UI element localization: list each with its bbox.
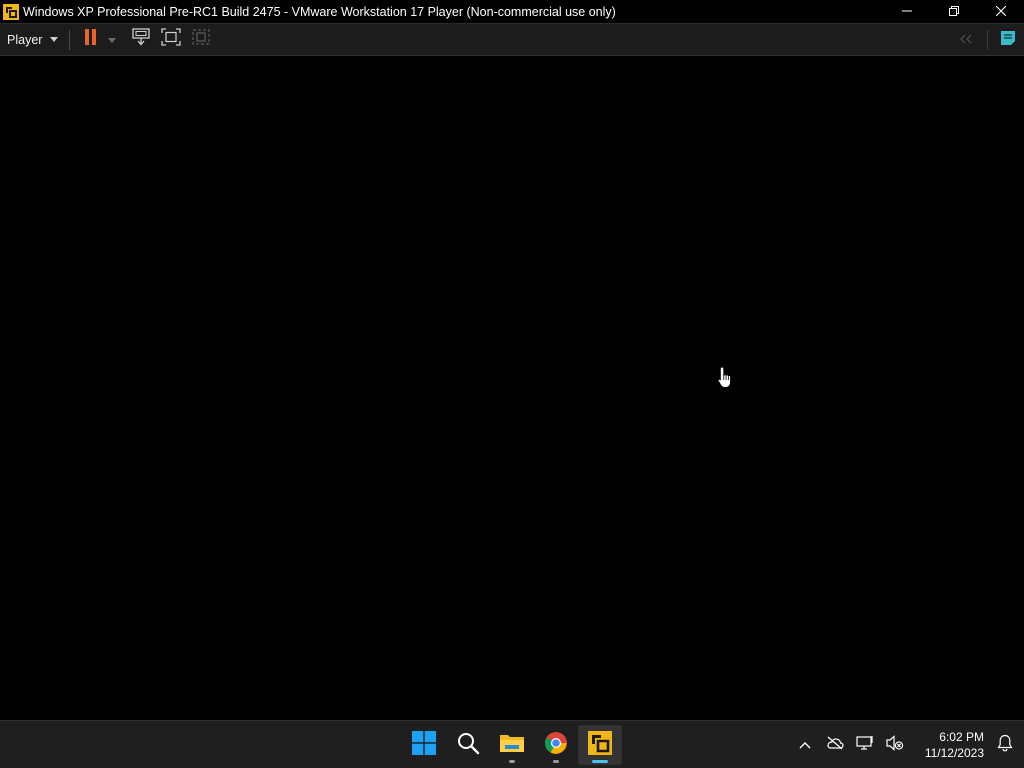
- system-tray: 6:02 PM 11/12/2023: [790, 721, 1024, 768]
- power-options-dropdown[interactable]: [104, 27, 120, 53]
- collapse-toolbar-button[interactable]: [951, 27, 981, 53]
- window-controls: [883, 0, 1024, 24]
- player-menu-label: Player: [7, 32, 43, 47]
- clock-button[interactable]: 6:02 PM 11/12/2023: [910, 729, 984, 761]
- pause-button[interactable]: [78, 27, 104, 53]
- message-log-button[interactable]: [994, 27, 1022, 53]
- window-title: Windows XP Professional Pre-RC1 Build 24…: [23, 4, 616, 19]
- running-indicator: [553, 760, 559, 763]
- volume-muted-icon: [886, 734, 904, 756]
- unity-button[interactable]: [186, 27, 216, 53]
- pause-icon: [84, 28, 98, 51]
- chrome-button[interactable]: [534, 725, 578, 765]
- close-icon: [995, 3, 1006, 21]
- folder-icon: [499, 732, 525, 759]
- vmware-player-button[interactable]: [578, 725, 622, 765]
- volume-button[interactable]: [880, 725, 910, 765]
- start-button[interactable]: [402, 725, 446, 765]
- vmware-icon: [588, 730, 612, 760]
- hand-pointer-cursor-icon: [717, 366, 733, 390]
- send-ctrl-alt-del-icon: [131, 28, 151, 51]
- player-menu-button[interactable]: Player: [0, 26, 65, 54]
- clock-time: 6:02 PM: [939, 730, 984, 744]
- player-toolbar: Player: [0, 24, 1024, 56]
- notification-bell-icon: [997, 734, 1013, 757]
- chevron-down-icon: [50, 37, 59, 42]
- onedrive-offline-icon: [826, 736, 844, 755]
- search-button[interactable]: [446, 725, 490, 765]
- dropdown-caret-icon: [108, 31, 117, 49]
- onedrive-button[interactable]: [820, 725, 850, 765]
- message-log-icon: [1000, 30, 1016, 51]
- toolbar-divider: [987, 30, 988, 50]
- vmware-logo-icon: [2, 3, 20, 21]
- chevron-up-icon: [799, 736, 811, 754]
- notifications-button[interactable]: [988, 725, 1022, 765]
- network-button[interactable]: [850, 725, 880, 765]
- restore-button[interactable]: [930, 0, 977, 24]
- active-indicator: [592, 760, 608, 763]
- taskbar-apps: [402, 721, 622, 768]
- chrome-icon: [544, 731, 568, 760]
- show-hidden-icons-button[interactable]: [790, 725, 820, 765]
- toolbar-divider: [69, 29, 71, 50]
- minimize-button[interactable]: [883, 0, 930, 24]
- send-ctrl-alt-del-button[interactable]: [126, 27, 156, 53]
- clock-date: 11/12/2023: [924, 746, 984, 760]
- taskbar: 6:02 PM 11/12/2023: [0, 720, 1024, 768]
- running-indicator: [509, 760, 515, 763]
- restore-icon: [948, 3, 959, 21]
- full-screen-button[interactable]: [156, 27, 186, 53]
- vm-display[interactable]: [0, 56, 1024, 720]
- toolbar-right-group: [951, 24, 1024, 56]
- file-explorer-button[interactable]: [490, 725, 534, 765]
- title-bar: Windows XP Professional Pre-RC1 Build 24…: [0, 0, 1024, 24]
- network-icon: [856, 735, 874, 756]
- unity-icon: [191, 28, 211, 51]
- windows-start-icon: [412, 730, 436, 760]
- close-button[interactable]: [977, 0, 1024, 24]
- search-icon: [456, 731, 480, 760]
- full-screen-icon: [161, 28, 182, 51]
- collapse-toolbar-icon: [959, 31, 973, 49]
- minimize-icon: [901, 3, 912, 21]
